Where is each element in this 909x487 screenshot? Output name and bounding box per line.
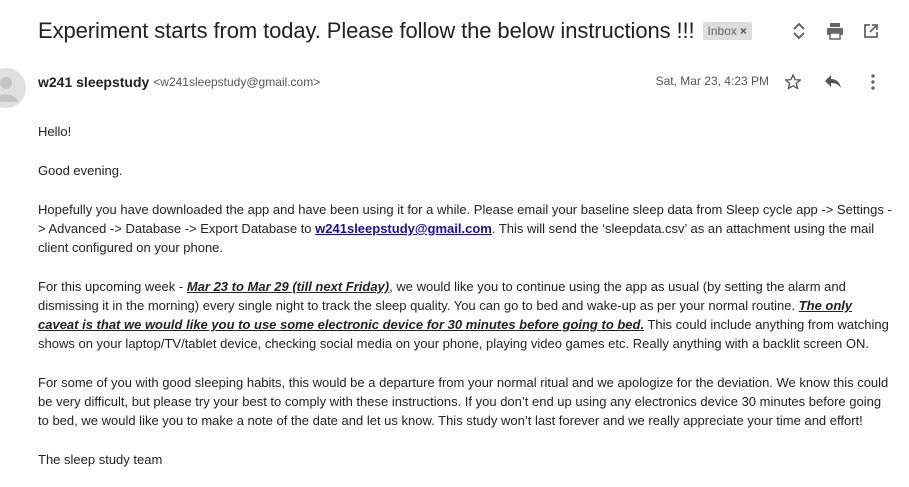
remove-label-icon[interactable]: × <box>740 24 747 38</box>
more-vert-icon[interactable] <box>853 70 893 94</box>
star-icon[interactable] <box>773 70 813 94</box>
paragraph-export-instructions: Hopefully you have downloaded the app an… <box>38 200 893 257</box>
paragraph-apology: For some of you with good sleeping habit… <box>38 375 889 428</box>
email-subject: Experiment starts from today. Please fol… <box>38 18 695 43</box>
print-icon[interactable] <box>817 20 853 42</box>
open-in-new-window-icon[interactable] <box>853 20 889 42</box>
avatar-icon <box>0 68 26 108</box>
sender-name[interactable]: w241 sleepstudy <box>38 74 149 90</box>
thread-actions <box>781 20 889 42</box>
email-date: Sat, Mar 23, 4:23 PM <box>655 74 769 88</box>
signature: The sleep study team <box>38 452 163 467</box>
expand-collapse-icon[interactable] <box>781 20 817 42</box>
greeting: Hello! <box>38 124 72 139</box>
sender-email: <w241sleepstudy@gmail.com> <box>153 75 321 89</box>
p2-text-a: For this upcoming week - <box>38 279 187 294</box>
inbox-label-text: Inbox <box>707 24 737 38</box>
inbox-label-chip[interactable]: Inbox × <box>702 22 752 40</box>
message-actions <box>773 70 893 94</box>
reply-icon[interactable] <box>813 70 853 94</box>
date-range-emphasis: Mar 23 to Mar 29 (till next Friday) <box>186 279 390 294</box>
evening-greeting: Good evening. <box>38 163 123 178</box>
paragraph-weekly-instructions: For this upcoming week - Mar 23 to Mar 2… <box>38 277 893 353</box>
subject-row: Experiment starts from today. Please fol… <box>38 14 909 48</box>
email-body: Hello! Good evening. Hopefully you have … <box>38 122 893 480</box>
email-link[interactable]: w241sleepstudy@gmail.com <box>315 221 492 236</box>
